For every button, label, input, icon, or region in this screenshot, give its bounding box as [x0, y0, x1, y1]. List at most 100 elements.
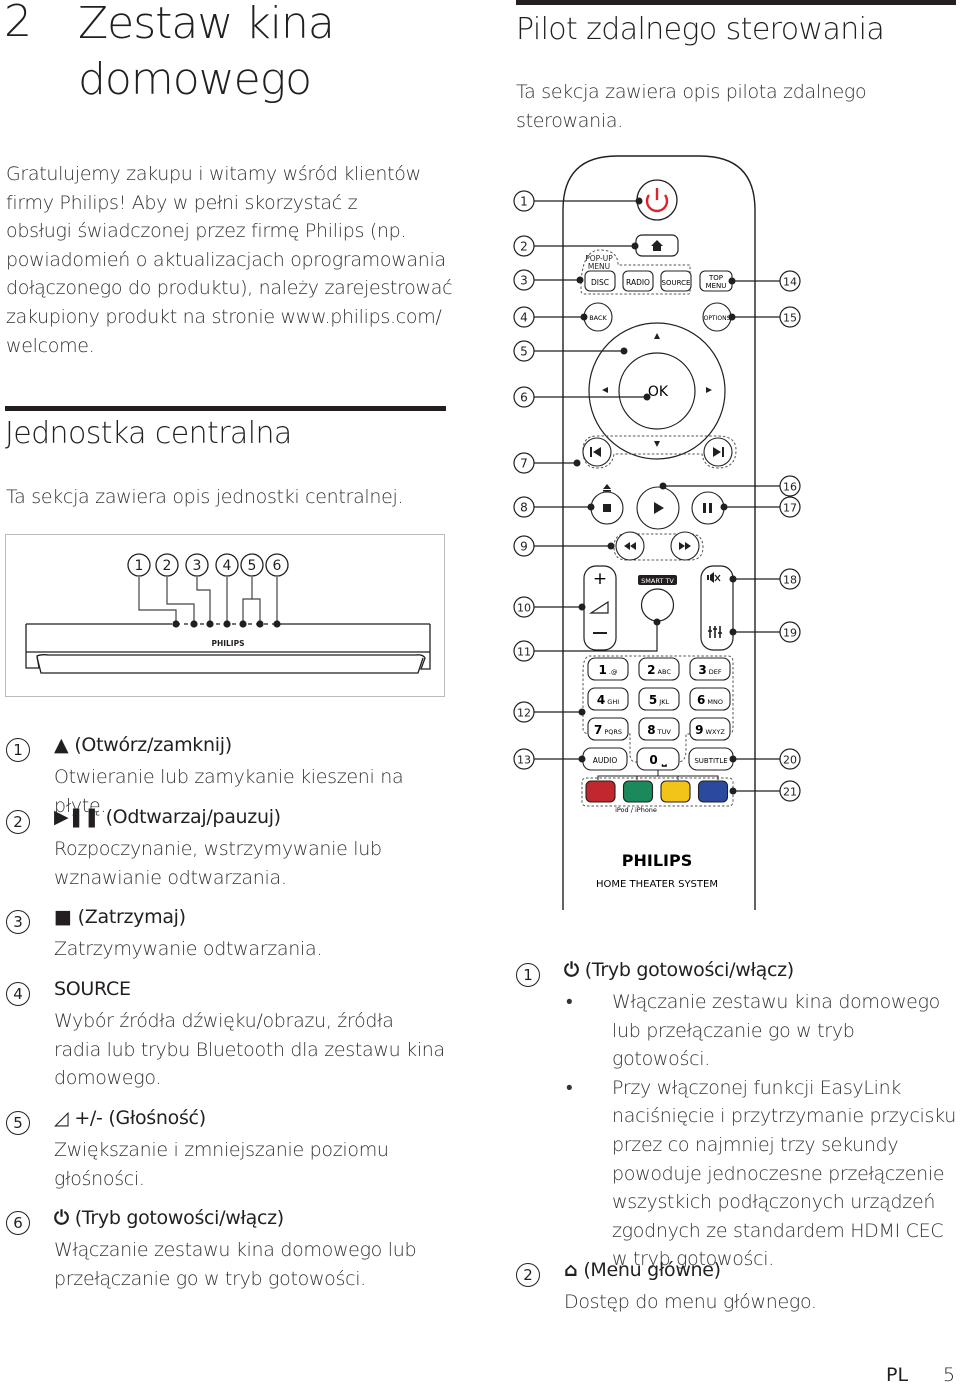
item-description: Wybór źródła dźwięku/obrazu, źródła radia…	[54, 1007, 445, 1093]
ok-button[interactable]: OK	[618, 352, 696, 430]
stop-icon: ■	[54, 906, 72, 928]
item-description: Zwiększanie i zmniejszanie poziomu głośno…	[54, 1136, 389, 1193]
item-number: 3	[6, 910, 30, 934]
options-button[interactable]: OPTIONS	[702, 302, 732, 332]
keypad-button-8[interactable]: 8 TUV	[638, 717, 680, 741]
description-line: wznawianie odtwarzania.	[54, 866, 287, 889]
callout-number: 17	[783, 502, 797, 515]
remote-model-line: HOME THEATER SYSTEM	[596, 879, 718, 890]
item-heading-text: (Odtwarzaj/pauzuj)	[105, 806, 282, 828]
item-heading: ◿ +/- (Głośność)	[54, 1107, 206, 1129]
keypad-button-6[interactable]: 6 MNO	[689, 687, 731, 711]
bullet-line: przez co najmniej trzy sekundy	[612, 1133, 899, 1156]
next-button[interactable]	[703, 437, 733, 467]
description-line: radia lub trybu Bluetooth dla zestawu ki…	[54, 1038, 445, 1061]
audio-button[interactable]: AUDIO	[582, 747, 628, 771]
description-line: domowego.	[54, 1067, 162, 1090]
description-line: Zatrzymywanie odtwarzania.	[54, 938, 323, 960]
back-button[interactable]: BACK	[583, 302, 613, 332]
item-description: Włączanie zestawu kina domowego lub przeł…	[54, 1236, 417, 1293]
description-line: Dostęp do menu głównego.	[564, 1291, 817, 1313]
intro-line: welcome.	[6, 334, 95, 357]
chapter-title: Zestaw kina domowego	[78, 0, 335, 105]
callout-number: 3	[520, 274, 528, 288]
bullet-line: wszystkich podłączonych urządzeń	[612, 1191, 936, 1214]
subtitle-label: SUBTITLE	[694, 757, 727, 765]
rewind-button[interactable]	[615, 531, 645, 561]
remote-subtitle-line: Ta sekcja zawiera opis pilota zdalnego	[516, 81, 867, 103]
bullet-item: Włączanie zestawu kina domowego lub przeł…	[564, 988, 956, 1074]
intro-line: firmy Philips! Aby w pełni skorzystać z	[6, 191, 358, 214]
bullet-line: powoduje jednoczesne przełączenie	[612, 1162, 945, 1185]
pause-button[interactable]	[691, 491, 725, 525]
intro-line: Gratulujemy zakupu i witamy wśród klient…	[6, 163, 421, 185]
smart-tv-button[interactable]	[640, 588, 675, 622]
callout-number: 14	[783, 276, 797, 289]
callout-number: 19	[783, 627, 797, 640]
yellow-button[interactable]	[660, 780, 691, 803]
callout-number: 2	[520, 240, 528, 254]
keypad-button-9[interactable]: 9 WXYZ	[689, 717, 731, 741]
section-rule	[5, 406, 446, 411]
description-line: głośności.	[54, 1167, 145, 1190]
keypad-button-4[interactable]: 4 GHI	[587, 687, 629, 711]
source-label: SOURCE	[662, 279, 691, 287]
home-icon: ⌂	[564, 1259, 578, 1281]
item-heading: ⏻ (Tryb gotowości/włącz)	[54, 1207, 284, 1229]
keypad-button-3[interactable]: 3 DEF	[689, 657, 731, 681]
keypad-button-7[interactable]: 7 PQRS	[587, 717, 629, 741]
callout-number: 15	[783, 312, 797, 325]
radio-button[interactable]: RADIO	[622, 270, 654, 292]
previous-button[interactable]	[582, 437, 612, 467]
main-unit-subtitle: Ta sekcja zawiera opis jednostki central…	[6, 486, 404, 508]
callout-number: 5	[520, 345, 528, 359]
bullet-item: Przy włączonej funkcji EasyLink naciśnięc…	[564, 1074, 956, 1274]
red-button[interactable]	[585, 780, 616, 803]
source-button[interactable]: SOURCE	[660, 270, 692, 292]
stop-button[interactable]	[590, 491, 624, 525]
callout-number: 1	[134, 558, 143, 574]
callout-number: 21	[783, 786, 797, 799]
intro-paragraph: Gratulujemy zakupu i witamy wśród klient…	[6, 160, 456, 360]
item-description: Zatrzymywanie odtwarzania.	[54, 935, 322, 964]
back-label: BACK	[589, 314, 607, 322]
callout-number: 5	[247, 558, 256, 574]
subtitle-button[interactable]: SUBTITLE	[688, 747, 734, 771]
item-number: 2	[6, 810, 30, 834]
callout-number: 9	[520, 540, 528, 554]
ipod-label: iPod / iPhone	[615, 806, 657, 814]
home-button[interactable]	[635, 234, 679, 257]
remote-subtitle-line: sterowania.	[516, 110, 623, 132]
top-menu-button[interactable]: TOP MENU	[699, 270, 733, 292]
keypad-button-2[interactable]: 2 ABC	[638, 657, 680, 681]
green-button[interactable]	[622, 780, 654, 803]
keypad-button-5[interactable]: 5 JKL	[638, 687, 680, 711]
callout-number: 13	[517, 754, 531, 767]
item-heading-text: SOURCE	[54, 978, 131, 1000]
callout-number: 16	[783, 481, 797, 494]
smart-tv-label: SMART TV	[641, 577, 674, 585]
item-heading-text: (Menu główne)	[583, 1259, 721, 1281]
play-button[interactable]	[636, 486, 680, 530]
blue-button[interactable]	[697, 780, 729, 803]
callout-number: 3	[192, 558, 201, 574]
mute-sound-rocker[interactable]	[700, 565, 734, 651]
intro-line: powiadomień o aktualizacjach oprogramowa…	[6, 248, 446, 271]
power-button[interactable]	[636, 179, 678, 221]
item-heading-text: (Tryb gotowości/włącz)	[584, 959, 794, 981]
callout-number: 7	[520, 457, 528, 471]
play-pause-icon: ▶❚❚	[54, 806, 100, 828]
eject-icon	[603, 484, 611, 489]
keypad-button-1[interactable]: 1 .@	[587, 657, 629, 681]
item-heading: ▶❚❚ (Odtwarzaj/pauzuj)	[54, 806, 281, 828]
disc-button[interactable]: DISC	[584, 270, 616, 292]
zero-button[interactable]: 0 ⎵	[636, 747, 680, 771]
main-unit-drawing: 1 2 3 456 PHILIPS	[24, 552, 431, 674]
volume-rocker[interactable]: +	[583, 565, 617, 651]
callout-number: 4	[222, 558, 231, 574]
item-heading-text: (Tryb gotowości/włącz)	[74, 1207, 284, 1229]
footer-language: PL	[886, 1364, 909, 1386]
remote-subtitle: Ta sekcja zawiera opis pilota zdalnego s…	[516, 78, 867, 136]
fast-forward-button[interactable]	[670, 531, 700, 561]
callout-number: 6	[272, 558, 281, 574]
